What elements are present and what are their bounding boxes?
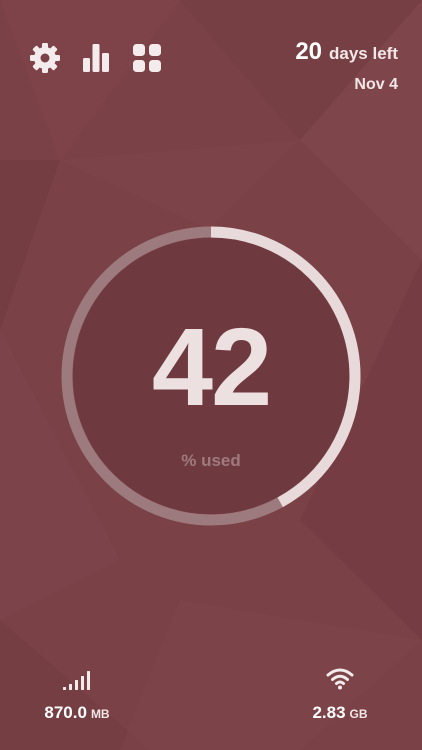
percent-used-caption: % used — [181, 451, 241, 470]
billing-cycle-info: 20 days left Nov 4 — [295, 38, 398, 94]
cycle-end-date: Nov 4 — [354, 76, 398, 93]
wifi-icon — [326, 668, 354, 690]
history-button[interactable] — [78, 40, 114, 76]
apps-button[interactable] — [129, 40, 165, 76]
wifi-usage-value: 2.83 — [312, 703, 346, 722]
grid-icon — [133, 44, 161, 72]
cellular-usage-value: 870.0 — [44, 703, 87, 722]
wifi-usage-unit: GB — [349, 707, 368, 721]
toolbar — [27, 40, 180, 76]
wifi-usage[interactable]: 2.83 GB — [275, 660, 405, 723]
gear-icon — [30, 43, 60, 73]
app-screen: 20 days left Nov 4 42 % used 870.0 MB 2.… — [0, 0, 422, 750]
days-left-line: 20 days left — [295, 38, 398, 66]
settings-button[interactable] — [27, 40, 63, 76]
cellular-usage[interactable]: 870.0 MB — [12, 660, 142, 723]
days-left-label: days left — [329, 44, 398, 63]
cellular-signal-icon — [63, 671, 90, 690]
days-left-number: 20 — [295, 38, 323, 65]
bar-chart-icon — [83, 44, 109, 72]
cellular-usage-unit: MB — [90, 707, 110, 721]
percent-used-value: 42 — [151, 306, 272, 429]
usage-gauge[interactable]: 42 % used — [60, 225, 362, 527]
